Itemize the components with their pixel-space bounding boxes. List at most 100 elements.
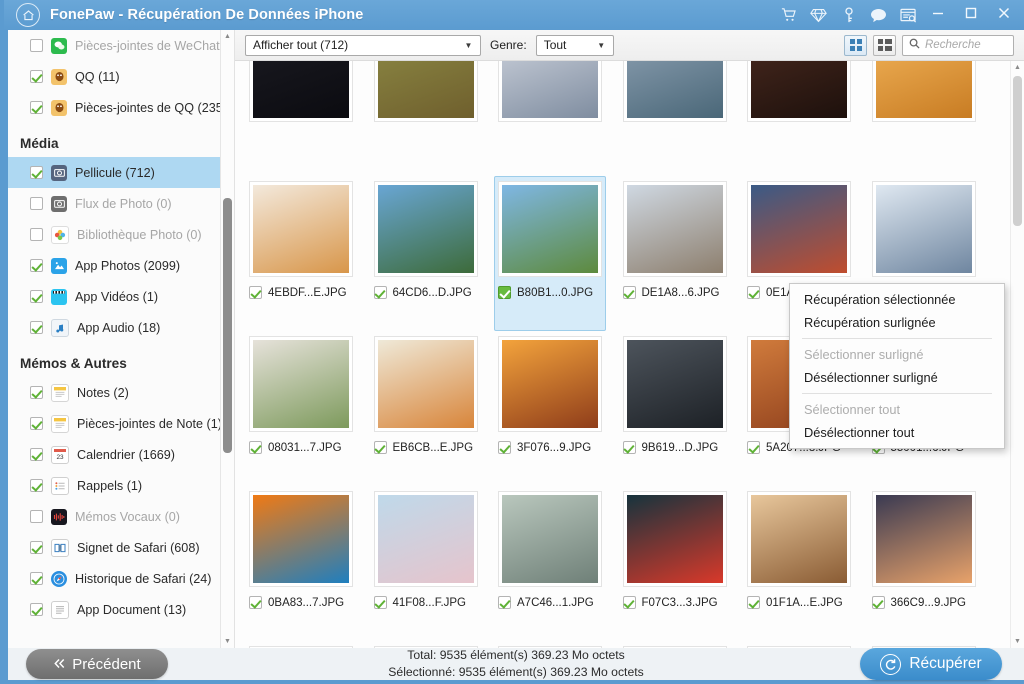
recover-button[interactable]: Récupérer	[860, 648, 1002, 680]
checkbox[interactable]	[498, 286, 511, 299]
sidebar-item-app-photos[interactable]: App Photos (2099)	[8, 250, 234, 281]
thumbnail-cell[interactable]	[488, 61, 613, 172]
checkbox[interactable]	[498, 441, 511, 454]
thumbnail-cell[interactable]: 01F1A...E.JPG	[737, 482, 862, 637]
thumbnail-box[interactable]: 4EBDF...E.JPG	[245, 176, 357, 331]
scroll-up-icon[interactable]: ▲	[1011, 61, 1024, 74]
sidebar-item-safari-bookmark[interactable]: Signet de Safari (608)	[8, 532, 234, 563]
thumbnail-cell[interactable]	[737, 637, 862, 648]
checkbox[interactable]	[373, 286, 387, 299]
cart-icon[interactable]	[780, 7, 797, 24]
diamond-icon[interactable]	[810, 7, 827, 24]
checkbox[interactable]	[30, 39, 43, 52]
checkbox[interactable]	[30, 101, 43, 114]
checkbox[interactable]	[30, 197, 43, 210]
close-icon[interactable]	[996, 5, 1016, 25]
context-menu-item[interactable]: Désélectionner surligné	[790, 366, 1004, 389]
content-scroll-thumb[interactable]	[1013, 76, 1022, 226]
thumbnail-cell[interactable]: EB6CB...E.JPG	[364, 327, 489, 482]
thumbnail-cell[interactable]: 41F08...F.JPG	[364, 482, 489, 637]
search-input[interactable]: Recherche	[902, 34, 1014, 56]
checkbox[interactable]	[30, 70, 43, 83]
thumbnail-cell[interactable]	[364, 61, 489, 172]
sidebar-item-app-videos[interactable]: App Vidéos (1)	[8, 281, 234, 312]
thumbnail-cell[interactable]: 0BA83...7.JPG	[239, 482, 364, 637]
checkbox[interactable]	[30, 603, 43, 616]
checkbox[interactable]	[30, 321, 43, 334]
scroll-up-icon[interactable]: ▲	[221, 30, 234, 43]
sidebar-item-app-document[interactable]: App Document (13)	[8, 594, 234, 625]
thumbnail-box[interactable]: B80B1...0.JPG	[494, 176, 606, 331]
sidebar-item-reminders[interactable]: Rappels (1)	[8, 470, 234, 501]
context-menu[interactable]: Récupération sélectionnée Récupération su…	[789, 283, 1005, 449]
list-view-icon[interactable]	[873, 34, 896, 56]
checkbox[interactable]	[249, 596, 262, 609]
thumbnail-box[interactable]: 366C9...9.JPG	[868, 486, 980, 641]
thumbnail-box[interactable]: 9B619...D.JPG	[619, 331, 731, 486]
sidebar-item-calendar[interactable]: 23 Calendrier (1669)	[8, 439, 234, 470]
thumbnail-box[interactable]: 41F08...F.JPG	[370, 486, 482, 641]
sidebar-item-notes[interactable]: Notes (2)	[8, 377, 234, 408]
thumbnail-cell[interactable]	[239, 637, 364, 648]
thumbnail-box[interactable]	[868, 641, 980, 648]
genre-select[interactable]: Tout ▼	[535, 34, 614, 56]
maximize-icon[interactable]	[963, 5, 983, 25]
checkbox[interactable]	[622, 286, 636, 299]
thumbnail-box[interactable]	[743, 641, 855, 648]
scroll-down-icon[interactable]: ▼	[1011, 635, 1024, 648]
sidebar-item-camera-roll[interactable]: Pellicule (712)	[8, 157, 234, 188]
checkbox[interactable]	[622, 596, 636, 609]
thumbnail-box[interactable]	[494, 61, 606, 176]
thumbnail-cell[interactable]	[737, 61, 862, 172]
minimize-icon[interactable]	[930, 5, 950, 25]
thumbnail-box[interactable]: EB6CB...E.JPG	[370, 331, 482, 486]
thumbnail-cell[interactable]: DE1A8...6.JPG	[613, 172, 738, 327]
chat-icon[interactable]	[870, 7, 887, 24]
thumbnail-box[interactable]: 01F1A...E.JPG	[743, 486, 855, 641]
thumbnail-cell[interactable]	[613, 61, 738, 172]
checkbox[interactable]	[498, 596, 511, 609]
thumbnail-box[interactable]: F07C3...3.JPG	[619, 486, 731, 641]
sidebar-item-photo-library[interactable]: Bibliothèque Photo (0)	[8, 219, 234, 250]
checkbox[interactable]	[373, 441, 387, 454]
thumbnail-box[interactable]: 08031...7.JPG	[245, 331, 357, 486]
context-menu-item[interactable]: Désélectionner tout	[790, 421, 1004, 444]
home-icon[interactable]	[16, 3, 40, 27]
thumbnail-cell[interactable]	[862, 61, 987, 172]
thumbnail-cell[interactable]: 08031...7.JPG	[239, 327, 364, 482]
sidebar-scrollbar[interactable]: ▲ ▼	[220, 30, 234, 648]
sidebar-item-wechat-attachments[interactable]: Pièces-jointes de WeChat (0)	[8, 30, 234, 61]
thumbnail-cell[interactable]: 4EBDF...E.JPG	[239, 172, 364, 327]
sidebar-item-safari-history[interactable]: Historique de Safari (24)	[8, 563, 234, 594]
checkbox[interactable]	[249, 441, 262, 454]
filter-select[interactable]: Afficher tout (712) ▼	[245, 34, 481, 56]
checkbox[interactable]	[30, 541, 43, 554]
checkbox[interactable]	[747, 441, 760, 454]
checkbox[interactable]	[30, 417, 43, 430]
checkbox[interactable]	[249, 286, 262, 299]
checkbox[interactable]	[30, 228, 43, 241]
checkbox[interactable]	[30, 479, 43, 492]
previous-button[interactable]: Précédent	[26, 649, 168, 679]
thumbnail-cell[interactable]: B80B1...0.JPG	[488, 172, 613, 331]
scroll-down-icon[interactable]: ▼	[221, 635, 234, 648]
thumbnail-box[interactable]: DE1A8...6.JPG	[619, 176, 731, 331]
thumbnail-cell[interactable]: F07C3...3.JPG	[613, 482, 738, 637]
checkbox[interactable]	[871, 596, 885, 609]
thumbnail-box[interactable]	[619, 61, 731, 176]
checkbox[interactable]	[30, 572, 43, 585]
checkbox[interactable]	[622, 441, 636, 454]
checkbox[interactable]	[747, 596, 760, 609]
sidebar-item-photo-stream[interactable]: Flux de Photo (0)	[8, 188, 234, 219]
thumbnail-cell[interactable]: 3F076...9.JPG	[488, 327, 613, 482]
context-menu-item[interactable]: Récupération sélectionnée	[790, 288, 1004, 311]
thumbnail-cell[interactable]	[862, 637, 987, 648]
thumbnail-box[interactable]: 3F076...9.JPG	[494, 331, 606, 486]
thumbnail-cell[interactable]	[239, 61, 364, 172]
thumbnail-box[interactable]	[743, 61, 855, 176]
sidebar-item-note-attachments[interactable]: Pièces-jointes de Note (1)	[8, 408, 234, 439]
thumbnail-box[interactable]: 0BA83...7.JPG	[245, 486, 357, 641]
thumbnail-box[interactable]	[370, 61, 482, 176]
sidebar-item-voice-memos[interactable]: Mémos Vocaux (0)	[8, 501, 234, 532]
grid-view-icon[interactable]	[844, 34, 867, 56]
